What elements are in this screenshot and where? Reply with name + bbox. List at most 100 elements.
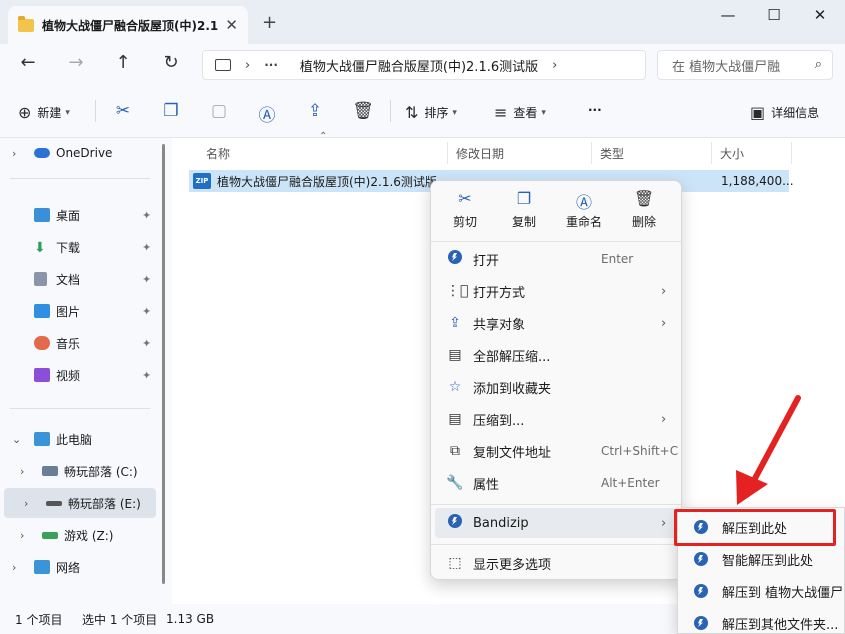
sidebar-item-this-pc[interactable]: ⌄ 此电脑 bbox=[0, 424, 160, 454]
sidebar-item-onedrive[interactable]: › OneDrive bbox=[0, 138, 160, 168]
music-icon bbox=[34, 336, 50, 350]
drive-icon bbox=[42, 531, 58, 539]
wrench-icon: 🔧 bbox=[446, 475, 464, 491]
search-input[interactable]: 在 植物大战僵尸融 ⌕ bbox=[657, 50, 833, 80]
delete-menu-button[interactable]: 🗑 删除 bbox=[614, 189, 674, 237]
divider bbox=[431, 504, 681, 505]
chevron-down-icon: ▾ bbox=[452, 107, 457, 118]
address-bar: ← → ↑ ↻ › ··· 植物大战僵尸融合版屋顶(中)2.1.6测试版 › 在… bbox=[0, 44, 845, 86]
new-tab-button[interactable]: + bbox=[262, 12, 277, 33]
minimize-button[interactable]: — bbox=[708, 6, 748, 26]
current-path[interactable]: 植物大战僵尸融合版屋顶(中)2.1.6测试版 bbox=[300, 56, 538, 75]
menu-item-bandizip[interactable]: Bandizip › bbox=[435, 508, 677, 538]
menu-item-share[interactable]: ⇪ 共享对象 › bbox=[435, 308, 677, 338]
column-header-modified[interactable]: 修改日期 bbox=[448, 142, 592, 164]
bandizip-icon bbox=[446, 514, 464, 532]
refresh-icon[interactable]: ↻ bbox=[158, 52, 184, 73]
details-button[interactable]: ▣ 详细信息 bbox=[750, 103, 819, 122]
sidebar-item-drive-z[interactable]: › 游戏 (Z:) bbox=[0, 520, 160, 550]
rename-icon: Ⓐ bbox=[575, 193, 592, 212]
menu-item-extract-all[interactable]: ▤ 全部解压缩... bbox=[435, 340, 677, 370]
selected-size: 1.13 GB bbox=[166, 612, 215, 626]
menu-item-open[interactable]: 打开 Enter bbox=[435, 244, 677, 274]
sidebar-item-downloads[interactable]: ⬇ 下载 ✦ bbox=[0, 232, 160, 262]
bandizip-icon bbox=[694, 616, 708, 630]
more-options-icon: ⬚ bbox=[448, 555, 462, 571]
menu-item-add-favorites[interactable]: ☆ 添加到收藏夹 bbox=[435, 372, 677, 402]
sidebar-item-documents[interactable]: 文档 ✦ bbox=[0, 264, 160, 294]
sidebar-item-drive-e[interactable]: › 畅玩部落 (E:) bbox=[4, 488, 156, 518]
sidebar-item-music[interactable]: 音乐 ✦ bbox=[0, 328, 160, 358]
explorer-tab[interactable]: 植物大战僵尸融合版屋顶(中)2.1 ✕ bbox=[8, 6, 248, 44]
folder-icon bbox=[18, 15, 34, 32]
chevron-right-icon[interactable]: › bbox=[245, 58, 250, 73]
chevron-right-icon: › bbox=[661, 515, 667, 531]
column-header-type[interactable]: 类型 bbox=[592, 142, 712, 164]
sidebar-item-videos[interactable]: 视频 ✦ bbox=[0, 360, 160, 390]
chevron-down-icon[interactable]: ⌄ bbox=[12, 433, 21, 446]
title-bar: 植物大战僵尸融合版屋顶(中)2.1 ✕ + — ☐ ✕ bbox=[0, 0, 845, 44]
pin-icon: ✦ bbox=[142, 336, 152, 350]
computer-icon bbox=[34, 432, 50, 446]
new-button[interactable]: ⊕ 新建 ▾ bbox=[18, 103, 70, 122]
delete-icon: 🗑 bbox=[633, 189, 655, 208]
sort-button[interactable]: ⇅ 排序 ▾ bbox=[405, 103, 457, 122]
sidebar-item-desktop[interactable]: 桌面 ✦ bbox=[0, 200, 160, 230]
view-button[interactable]: ≡ 查看 ▾ bbox=[494, 103, 546, 122]
zip-folder-icon: ▤ bbox=[448, 411, 462, 427]
sidebar-item-drive-c[interactable]: › 畅玩部落 (C:) bbox=[0, 456, 160, 486]
document-icon bbox=[34, 272, 47, 286]
chevron-right-icon[interactable]: › bbox=[20, 529, 24, 542]
forward-icon[interactable]: → bbox=[63, 52, 89, 73]
back-icon[interactable]: ← bbox=[15, 52, 41, 73]
pin-icon: ✦ bbox=[142, 272, 152, 286]
sidebar-item-network[interactable]: › 网络 bbox=[0, 552, 160, 582]
maximize-button[interactable]: ☐ bbox=[754, 6, 794, 26]
divider bbox=[431, 544, 681, 545]
menu-item-open-with[interactable]: ⋮⃞ 打开方式 › bbox=[435, 276, 677, 306]
chevron-right-icon[interactable]: › bbox=[12, 561, 16, 574]
submenu-item-extract-to-folder[interactable]: 解压到 植物大战僵尸 bbox=[682, 576, 844, 606]
address-input[interactable]: › ··· 植物大战僵尸融合版屋顶(中)2.1.6测试版 › bbox=[202, 50, 646, 80]
search-placeholder: 在 植物大战僵尸融 bbox=[672, 59, 781, 75]
rename-menu-button[interactable]: Ⓐ 重命名 bbox=[554, 189, 614, 237]
copy-icon[interactable]: ❐ bbox=[160, 101, 182, 121]
chevron-right-icon[interactable]: › bbox=[24, 497, 28, 510]
selected-count: 选中 1 个项目 bbox=[82, 612, 158, 627]
bandizip-icon bbox=[694, 584, 708, 598]
submenu-item-extract-other[interactable]: 解压到其他文件夹... bbox=[682, 608, 844, 633]
close-tab-icon[interactable]: ✕ bbox=[225, 16, 238, 34]
cut-menu-button[interactable]: ✂ 剪切 bbox=[435, 189, 495, 237]
sidebar-item-pictures[interactable]: 图片 ✦ bbox=[0, 296, 160, 326]
more-button[interactable]: ··· bbox=[588, 103, 602, 117]
column-header-size[interactable]: 大小 bbox=[712, 142, 792, 164]
sidebar-scrollbar[interactable] bbox=[162, 144, 165, 584]
rename-icon[interactable]: Ⓐ bbox=[256, 101, 278, 126]
chevron-right-icon[interactable]: › bbox=[552, 58, 557, 73]
chevron-right-icon[interactable]: › bbox=[20, 465, 24, 478]
share-icon[interactable]: ⇪ bbox=[304, 101, 326, 121]
column-header-name[interactable]: 名称 bbox=[198, 142, 448, 164]
plus-circle-icon: ⊕ bbox=[18, 103, 32, 122]
up-icon[interactable]: ↑ bbox=[110, 52, 136, 73]
more-path-icon[interactable]: ··· bbox=[264, 58, 278, 72]
divider bbox=[95, 100, 96, 122]
submenu-item-smart-extract[interactable]: 智能解压到此处 bbox=[682, 544, 844, 574]
menu-item-copy-path[interactable]: ⧉ 复制文件地址 Ctrl+Shift+C bbox=[435, 436, 678, 466]
menu-item-properties[interactable]: 🔧 属性 Alt+Enter bbox=[435, 468, 677, 498]
share-icon: ⇪ bbox=[449, 315, 461, 331]
file-name: 植物大战僵尸融合版屋顶(中)2.1.6测试版 bbox=[217, 174, 437, 189]
paste-icon[interactable]: ▢ bbox=[208, 101, 230, 121]
video-icon bbox=[34, 368, 50, 382]
menu-item-compress-to[interactable]: ▤ 压缩到... › bbox=[435, 404, 677, 434]
chevron-right-icon: › bbox=[661, 283, 667, 299]
menu-item-more-options[interactable]: ⬚ 显示更多选项 bbox=[435, 548, 677, 578]
close-window-button[interactable]: ✕ bbox=[800, 6, 840, 26]
desktop-icon bbox=[34, 208, 50, 222]
chevron-right-icon[interactable]: › bbox=[12, 147, 16, 160]
delete-icon[interactable]: 🗑 bbox=[352, 101, 374, 121]
cut-icon[interactable]: ✂ bbox=[112, 101, 134, 121]
cloud-icon bbox=[34, 148, 50, 158]
divider bbox=[390, 100, 391, 122]
copy-menu-button[interactable]: ❐ 复制 bbox=[494, 189, 554, 237]
